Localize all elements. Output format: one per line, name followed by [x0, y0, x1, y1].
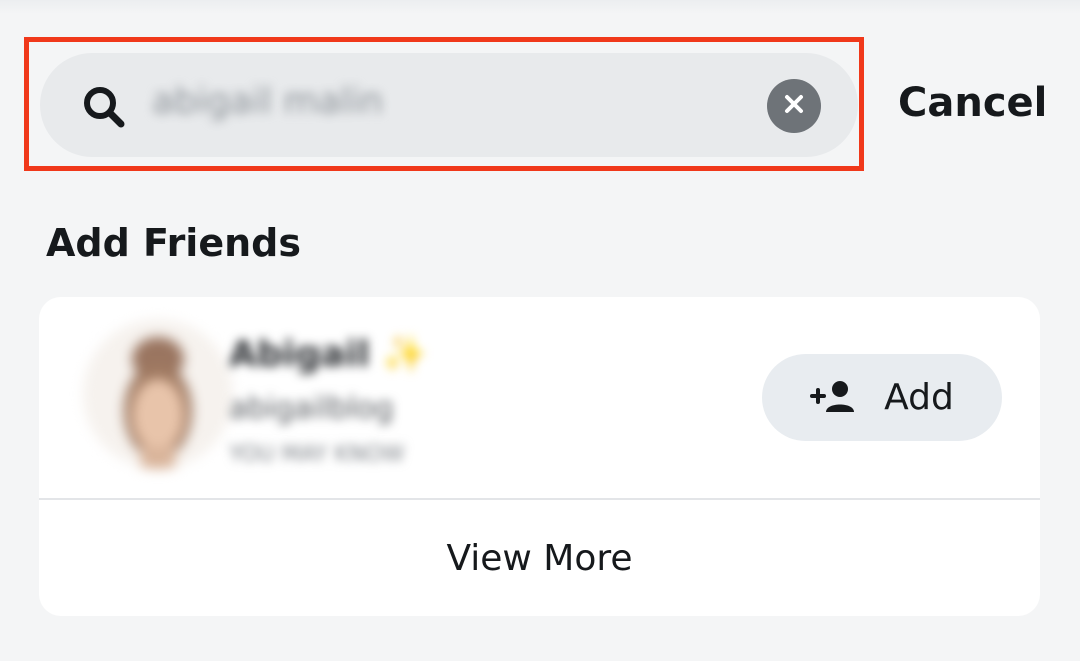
cancel-button[interactable]: Cancel: [898, 80, 1047, 126]
search-input[interactable]: abigail malin: [40, 53, 858, 157]
search-query-text: abigail malin: [152, 81, 384, 122]
search-icon: [80, 83, 128, 131]
status-bar: [0, 0, 1080, 14]
friend-suggestion-reason: YOU MAY KNOW: [229, 442, 405, 467]
avatar: [83, 319, 233, 469]
close-icon: [782, 92, 806, 120]
results-card: Abigail ✨ abigailblog YOU MAY KNOW Add V…: [39, 297, 1040, 616]
view-more-label: View More: [446, 537, 633, 579]
friend-username: abigailblog: [229, 391, 394, 426]
add-friend-icon: [810, 378, 856, 418]
section-title: Add Friends: [46, 221, 301, 265]
add-friend-button[interactable]: Add: [762, 354, 1002, 441]
friend-display-name: Abigail ✨: [229, 334, 428, 375]
clear-search-button[interactable]: [767, 79, 821, 133]
view-more-button[interactable]: View More: [39, 500, 1040, 616]
add-friends-search-screen: abigail malin Cancel Add Friends Abigail…: [0, 0, 1080, 661]
add-button-label: Add: [884, 377, 954, 418]
list-item[interactable]: Abigail ✨ abigailblog YOU MAY KNOW Add: [39, 297, 1040, 498]
